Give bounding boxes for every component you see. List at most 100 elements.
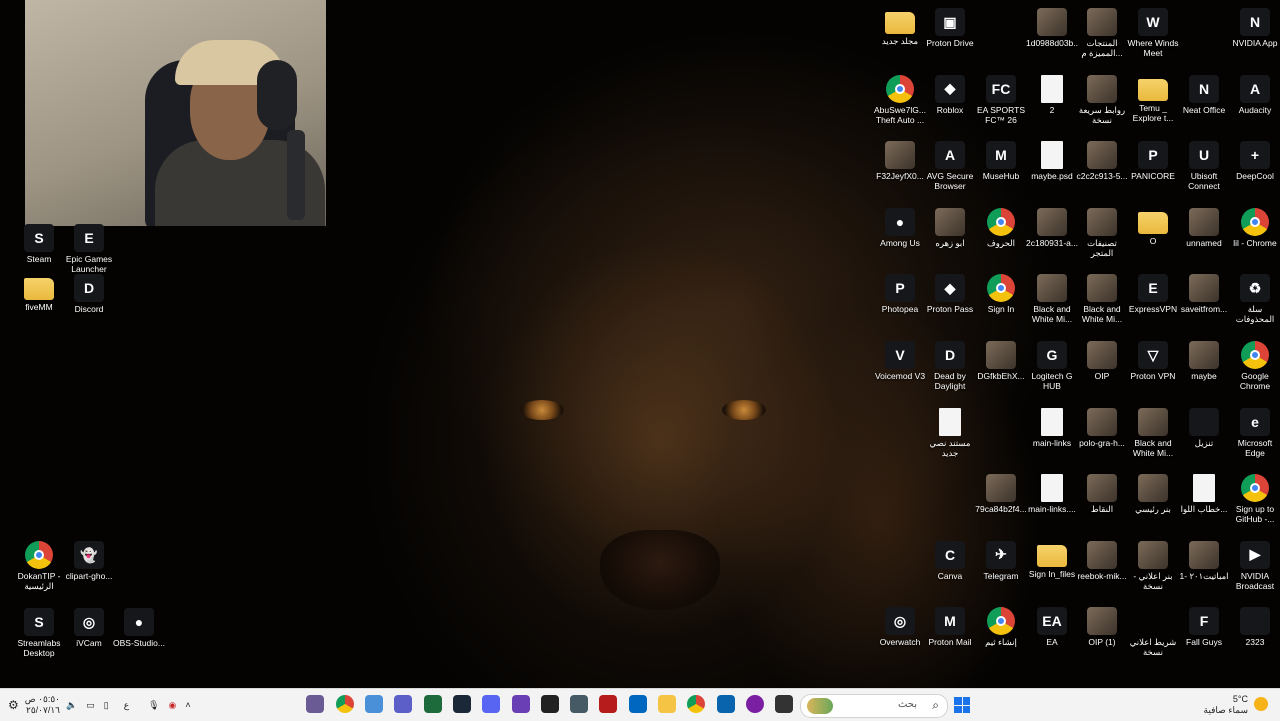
desktop-icon-item[interactable]: روابط سريعة نسخة <box>1076 71 1128 125</box>
clock[interactable]: ⚙ ٠٥:٥٠ ص ٢٥/٠٧/١٦ <box>8 689 60 721</box>
desktop-icon-canva[interactable]: C Canva <box>924 537 976 581</box>
desktop-icon-roblox[interactable]: ◆ Roblox <box>924 71 976 115</box>
desktop-icon-2[interactable]: 2 <box>1026 71 1078 115</box>
desktop-icon-obs-studio[interactable]: ● OBS-Studio... <box>113 604 165 648</box>
desktop-icon-c2c2c913-5[interactable]: c2c2c913-5... <box>1076 137 1128 181</box>
desktop-icon-avg-secure-browser[interactable]: A AVG Secure Browser <box>924 137 976 191</box>
desktop-icon-maybe[interactable]: maybe <box>1178 337 1230 381</box>
file-explorer-icon[interactable] <box>658 695 676 713</box>
desktop-icon-lil-chrome[interactable]: lil - Chrome <box>1229 204 1280 248</box>
desktop-icon-panicore[interactable]: P PANICORE <box>1127 137 1179 181</box>
desktop-icon-telegram[interactable]: ✈ Telegram <box>975 537 1027 581</box>
volume-icon[interactable]: 🔈 <box>66 700 77 711</box>
search-box[interactable]: بحث ⌕ <box>800 694 948 718</box>
desktop-icon-audacity[interactable]: A Audacity <box>1229 71 1280 115</box>
xbox-icon[interactable] <box>424 695 442 713</box>
chrome-icon-2[interactable] <box>687 695 705 713</box>
desktop-icon-polo-gra-h[interactable]: polo-gra-h... <box>1076 404 1128 448</box>
desktop-icon-dead-by-daylight[interactable]: D Dead by Daylight <box>924 337 976 391</box>
desktop-icon-main-links[interactable]: main-links <box>1026 404 1078 448</box>
desktop-icon-maybe-psd[interactable]: maybe.psd <box>1026 137 1078 181</box>
desktop-icon-reebok-mik[interactable]: reebok-mik... <box>1076 537 1128 581</box>
weather-widget[interactable]: 5°C سماء صافية <box>1196 693 1268 717</box>
discord-icon[interactable] <box>482 695 500 713</box>
start-button[interactable] <box>954 697 970 713</box>
desktop-icon-proton-vpn[interactable]: ▽ Proton VPN <box>1127 337 1179 381</box>
gear-icon[interactable]: ⚙ <box>8 698 19 712</box>
desktop-icon-overwatch[interactable]: ◎ Overwatch <box>874 603 926 647</box>
desktop-icon-oip[interactable]: OIP <box>1076 337 1128 381</box>
desktop-icon-item[interactable]: إنشاء ثيم <box>975 603 1027 647</box>
desktop-icon-deepcool[interactable]: + DeepCool <box>1229 137 1280 181</box>
desktop-icon-sign-in[interactable]: Sign In <box>975 270 1027 314</box>
desktop-icon-streamlabs-desktop[interactable]: S Streamlabs Desktop <box>13 604 65 658</box>
network-icon[interactable]: ▭ <box>86 700 95 711</box>
desktop-icon-ea-sports-fc-26[interactable]: FC EA SPORTS FC™ 26 <box>975 71 1027 125</box>
desktop-icon-microsoft-edge[interactable]: e Microsoft Edge <box>1229 404 1280 458</box>
teams-icon[interactable] <box>394 695 412 713</box>
desktop-icon-dgfkbehx[interactable]: DGfkbEhX... <box>975 337 1027 381</box>
desktop-icon-item[interactable]: النقاط <box>1076 470 1128 514</box>
desktop-icon-black-and-white-mi[interactable]: Black and White Mi... <box>1127 404 1179 458</box>
desktop-icon-item[interactable]: تنزيل <box>1178 404 1230 448</box>
desktop-icon-2c180931-a[interactable]: 2c180931-a... <box>1026 204 1078 248</box>
steam-icon[interactable] <box>453 695 471 713</box>
desktop-icon-among-us[interactable]: ● Among Us <box>874 204 926 248</box>
desktop-icon-item[interactable]: شريط اعلاني نسخة <box>1127 603 1179 657</box>
terminal-icon[interactable] <box>775 695 793 713</box>
desktop-icon-neat-office[interactable]: N Neat Office <box>1178 71 1230 115</box>
desktop-icon-nvidia-broadcast[interactable]: ▶ NVIDIA Broadcast <box>1229 537 1280 591</box>
headset-app-icon[interactable] <box>512 695 530 713</box>
desktop-icon-item[interactable]: ابو زهره <box>924 204 976 248</box>
app-icon-red[interactable] <box>599 695 617 713</box>
desktop-icon-musehub[interactable]: M MuseHub <box>975 137 1027 181</box>
record-icon[interactable]: ◉ <box>169 700 177 711</box>
desktop-icon-photopea[interactable]: P Photopea <box>874 270 926 314</box>
desktop-icon-1d0988d03b[interactable]: 1d0988d03b... <box>1026 4 1078 48</box>
desktop-icon-google-chrome[interactable]: Google Chrome <box>1229 337 1280 391</box>
desktop-icon-proton-mail[interactable]: M Proton Mail <box>924 603 976 647</box>
desktop-icon-temu-explore-t[interactable]: Temu _ Explore t... <box>1127 71 1179 123</box>
desktop-icon-sign-in-files[interactable]: Sign In_files <box>1026 537 1078 579</box>
desktop-icon-voicemod-v3[interactable]: V Voicemod V3 <box>874 337 926 381</box>
desktop-icon-discord[interactable]: D Discord <box>63 270 115 314</box>
battery-icon[interactable]: ▯ <box>104 700 109 711</box>
desktop-icon-79ca84b2f4[interactable]: 79ca84b2f4... <box>975 470 1027 514</box>
desktop-icon-dokantip[interactable]: DokanTIP - الرئيسية <box>13 537 65 591</box>
desktop-icon-1[interactable]: امباتيت٢٠١ -1 <box>1178 537 1230 581</box>
desktop-icon-fall-guys[interactable]: F Fall Guys <box>1178 603 1230 647</box>
desktop-icon-epic-games-launcher[interactable]: E Epic Games Launcher <box>63 220 115 274</box>
desktop-icon-saveitfrom[interactable]: saveitfrom... <box>1178 270 1230 314</box>
desktop-icon-black-and-white-mi[interactable]: Black and White Mi... <box>1026 270 1078 324</box>
desktop-icon-item[interactable]: بنر رئيسي <box>1127 470 1179 514</box>
app-icon-1[interactable] <box>306 695 324 713</box>
desktop-icon-logitech-g-hub[interactable]: G Logitech G HUB <box>1026 337 1078 391</box>
app-icon-cube[interactable] <box>570 695 588 713</box>
desktop-icon-abuswe7lg-theft-auto[interactable]: AbuSwe7lG... Theft Auto ... <box>874 71 926 125</box>
desktop-icon-item[interactable]: المنتجات المميزة م... <box>1076 4 1128 58</box>
desktop-icon-2323[interactable]: 2323 <box>1229 603 1280 647</box>
desktop-icon-main-links[interactable]: main-links.... <box>1026 470 1078 514</box>
desktop-icon-oip-1[interactable]: OIP (1) <box>1076 603 1128 647</box>
desktop-icon-where-winds-meet[interactable]: W Where Winds Meet <box>1127 4 1179 58</box>
desktop-icon-nvidia-app[interactable]: N NVIDIA App <box>1229 4 1280 48</box>
desktop-icon-proton-drive[interactable]: ▣ Proton Drive <box>924 4 976 48</box>
desktop-icon-ivcam[interactable]: ◎ iVCam <box>63 604 115 648</box>
desktop-icon-steam[interactable]: S Steam <box>13 220 65 264</box>
desktop-icon-ubisoft-connect[interactable]: U Ubisoft Connect <box>1178 137 1230 191</box>
desktop-icon-item[interactable]: ♻ سلة المحذوفات <box>1229 270 1280 324</box>
language-indicator[interactable]: ع <box>124 700 129 711</box>
epic-games-icon[interactable] <box>541 695 559 713</box>
store-icon[interactable] <box>629 695 647 713</box>
desktop-icon-item[interactable]: بنر اعلاني - نسخة <box>1127 537 1179 591</box>
desktop-icon-clipart-gho[interactable]: 👻 clipart-gho... <box>63 537 115 581</box>
app-icon-purple[interactable] <box>746 695 764 713</box>
desktop-icon-o[interactable]: O <box>1127 204 1179 246</box>
notepad-icon[interactable] <box>365 695 383 713</box>
desktop-icon-ea[interactable]: EA EA <box>1026 603 1078 647</box>
outlook-icon[interactable] <box>717 695 735 713</box>
desktop-icon-unnamed[interactable]: unnamed <box>1178 204 1230 248</box>
desktop-icon-proton-pass[interactable]: ◆ Proton Pass <box>924 270 976 314</box>
desktop-icon-black-and-white-mi[interactable]: Black and White Mi... <box>1076 270 1128 324</box>
desktop-icon-item[interactable]: مستند نصي جديد <box>924 404 976 458</box>
